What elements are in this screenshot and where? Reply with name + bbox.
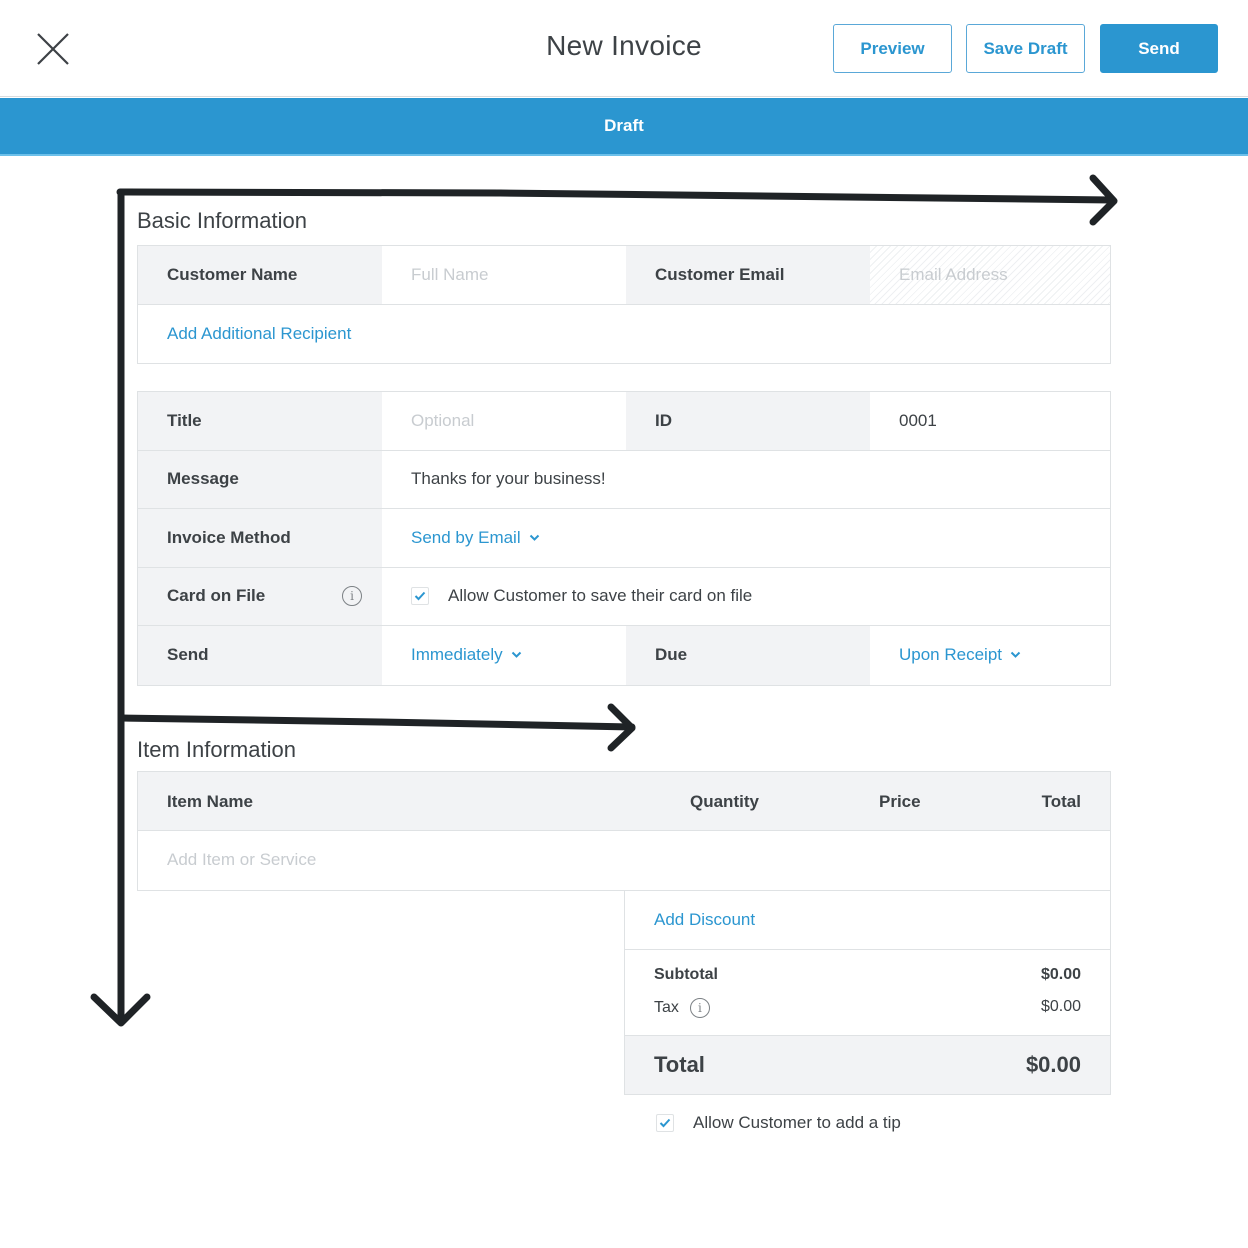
id-label: ID xyxy=(626,392,870,450)
allow-tip-text: Allow Customer to add a tip xyxy=(693,1113,901,1132)
total-label: Total xyxy=(654,1052,705,1077)
chevron-down-icon xyxy=(529,534,539,541)
send-value: Immediately xyxy=(411,645,503,665)
preview-button[interactable]: Preview xyxy=(833,24,952,73)
id-input[interactable]: 0001 xyxy=(870,392,1110,450)
status-banner: Draft xyxy=(0,98,1248,156)
arrow-down-left-head xyxy=(90,993,151,1027)
checkmark-icon xyxy=(659,1118,671,1128)
column-quantity: Quantity xyxy=(690,792,759,811)
send-dropdown[interactable]: Immediately xyxy=(382,626,626,685)
allow-tip-option: Allow Customer to add a tip xyxy=(656,1113,901,1133)
arrow-right-top-head xyxy=(1089,174,1118,226)
invoice-method-label: Invoice Method xyxy=(138,509,382,567)
totals-summary: Add Discount Subtotal $0.00 Tax i $0.00 … xyxy=(624,891,1111,1095)
send-due-row: Send Immediately Due Upon Receipt xyxy=(138,626,1110,685)
title-id-row: Title Optional ID 0001 xyxy=(138,392,1110,451)
chevron-down-icon xyxy=(1010,652,1021,659)
column-price: Price xyxy=(879,792,921,811)
card-on-file-row: Card on File i Allow Customer to save th… xyxy=(138,567,1110,626)
top-bar: New Invoice Preview Save Draft Send xyxy=(0,0,1248,97)
customer-email-label: Customer Email xyxy=(626,246,870,304)
card-on-file-option: Allow Customer to save their card on fil… xyxy=(382,568,1110,626)
status-label: Draft xyxy=(604,116,644,135)
due-label: Due xyxy=(626,626,870,685)
message-label: Message xyxy=(138,450,382,508)
items-table-header: Item Name Quantity Price Total xyxy=(138,772,1110,831)
send-button[interactable]: Send xyxy=(1100,24,1218,73)
title-label: Title xyxy=(138,392,382,450)
arrow-right-top xyxy=(116,188,1116,204)
card-on-file-label-cell: Card on File i xyxy=(138,567,382,625)
subtotal-label: Subtotal xyxy=(654,966,718,983)
card-on-file-text: Allow Customer to save their card on fil… xyxy=(448,586,753,606)
save-draft-button[interactable]: Save Draft xyxy=(966,24,1085,73)
send-label: Send xyxy=(138,626,382,685)
subtotal-value: $0.00 xyxy=(1040,966,1081,983)
tax-info-icon[interactable]: i xyxy=(689,998,710,1018)
arrow-right-mid-head xyxy=(607,703,636,752)
info-icon[interactable]: i xyxy=(342,586,362,607)
column-item-name: Item Name xyxy=(167,792,253,811)
add-additional-recipient-link[interactable]: Add Additional Recipient xyxy=(138,305,351,364)
add-discount-link[interactable]: Add Discount xyxy=(654,910,755,930)
basic-information-card: Customer Name Full Name Customer Email E… xyxy=(137,245,1111,364)
invoice-method-row: Invoice Method Send by Email xyxy=(138,509,1110,568)
add-item-input[interactable]: Add Item or Service xyxy=(138,831,1110,890)
invoice-details-card: Title Optional ID 0001 Message Thanks fo… xyxy=(137,391,1111,686)
invoice-method-value: Send by Email xyxy=(411,527,521,547)
card-on-file-label: Card on File xyxy=(167,586,266,606)
message-input[interactable]: Thanks for your business! xyxy=(382,451,1110,509)
items-table: Item Name Quantity Price Total Add Item … xyxy=(137,771,1111,891)
message-row: Message Thanks for your business! xyxy=(138,450,1110,509)
add-discount-row: Add Discount xyxy=(625,891,1110,950)
basic-information-heading: Basic Information xyxy=(137,208,307,233)
tax-value: $0.00 xyxy=(1040,998,1081,1015)
subtotal-tax-block: Subtotal $0.00 Tax i $0.00 xyxy=(625,950,1110,1036)
total-row: Total $0.00 xyxy=(625,1036,1110,1094)
customer-name-input[interactable]: Full Name xyxy=(382,246,626,304)
column-total: Total xyxy=(1041,792,1081,811)
total-value: $0.00 xyxy=(1025,1052,1081,1077)
customer-email-input[interactable]: Email Address xyxy=(870,246,1110,304)
chevron-down-icon xyxy=(511,652,521,659)
card-on-file-checkbox[interactable] xyxy=(411,587,429,606)
arrow-right-mid xyxy=(118,714,636,731)
item-information-heading: Item Information xyxy=(137,737,296,762)
tax-label-group: Tax i xyxy=(654,998,710,1018)
title-input[interactable]: Optional xyxy=(382,392,626,450)
due-value: Upon Receipt xyxy=(899,645,1003,665)
checkmark-icon xyxy=(414,592,426,601)
due-dropdown[interactable]: Upon Receipt xyxy=(870,626,1110,685)
customer-name-label: Customer Name xyxy=(138,246,382,304)
customer-row: Customer Name Full Name Customer Email E… xyxy=(138,246,1110,305)
allow-tip-checkbox[interactable] xyxy=(656,1114,674,1132)
tax-label: Tax xyxy=(654,999,679,1016)
invoice-method-dropdown[interactable]: Send by Email xyxy=(382,509,1110,567)
add-recipient-row: Add Additional Recipient xyxy=(138,305,1110,364)
